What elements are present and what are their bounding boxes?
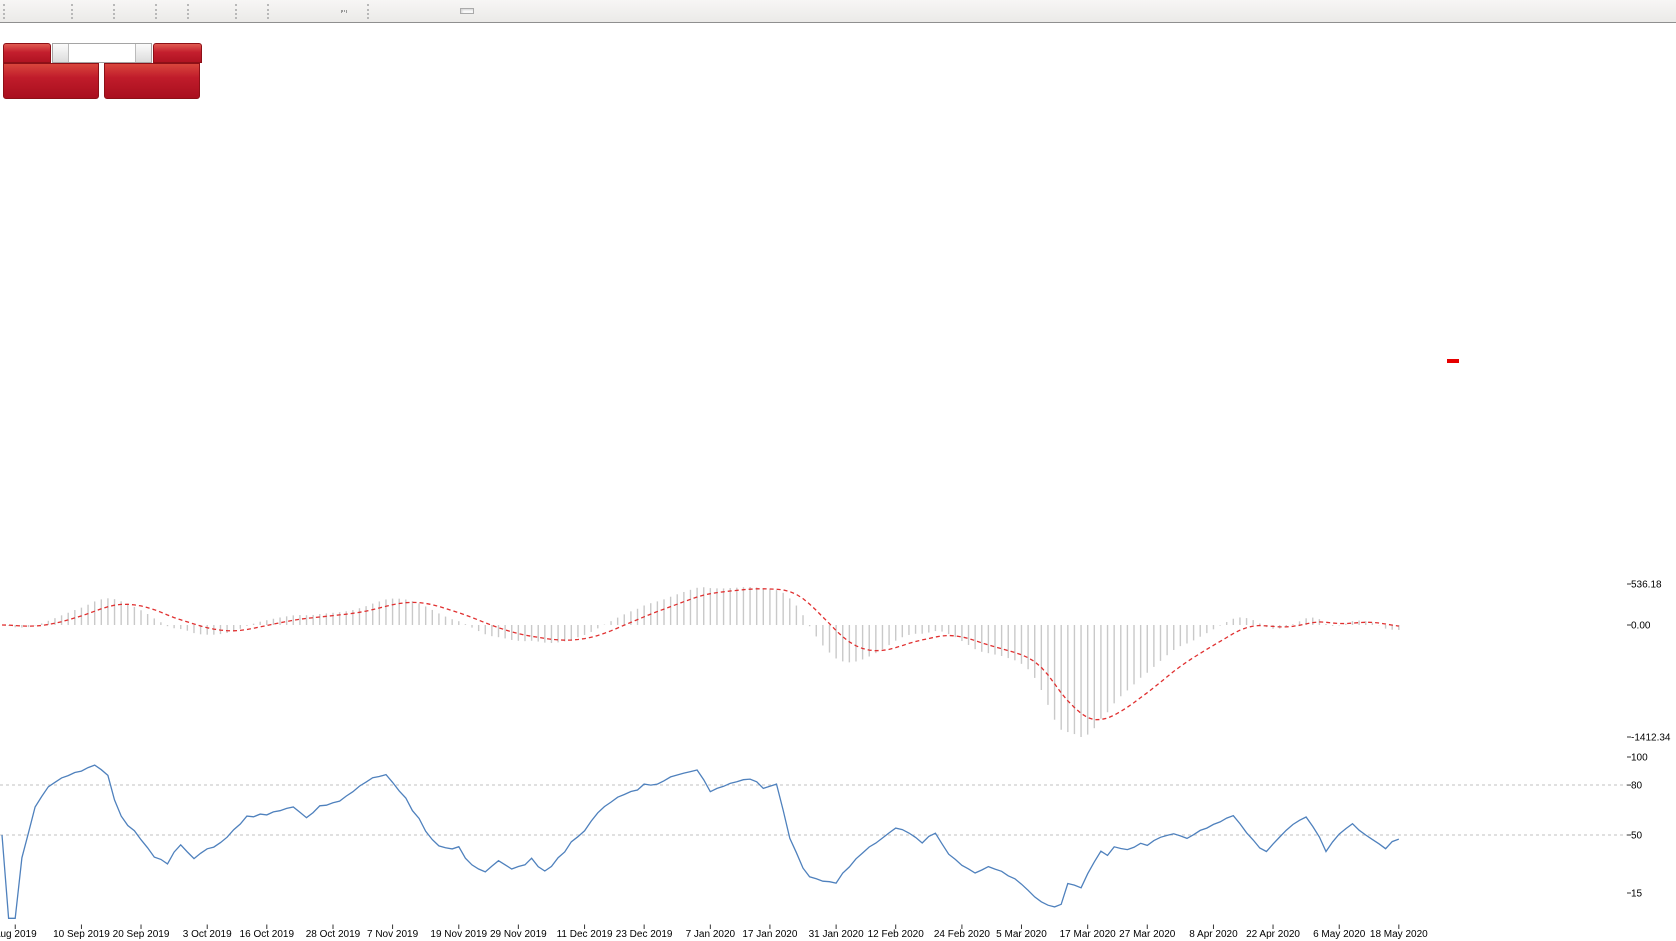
toolbar-grip [187,4,192,19]
toolbar [0,0,1676,23]
rsi-pane [0,765,1627,918]
svg-text:5 Mar 2020: 5 Mar 2020 [996,929,1047,940]
timeframe-h4[interactable] [446,8,460,14]
chart-canvas[interactable]: 536.18 0.00 -1412.34 100 80 50 15 Aug 2019 10 Se… [0,23,1676,941]
toolbar-grip [3,4,8,19]
zoom-out-button[interactable] [133,1,141,21]
signals-button[interactable] [46,1,54,21]
svg-text:7 Jan 2020: 7 Jan 2020 [686,929,736,940]
fibonacci-tool-button[interactable] [317,1,325,21]
date-axis[interactable]: Aug 2019 10 Sep 201920 Sep 2019 3 Oct 2019… [0,925,1428,941]
svg-text:24 Feb 2020: 24 Feb 2020 [934,929,991,940]
label-tool-button[interactable] [337,1,351,21]
sell-button[interactable] [3,43,51,63]
line-chart-button[interactable] [101,1,109,21]
crosshair-tool-button[interactable] [255,1,263,21]
toolbar-grip [71,4,76,19]
svg-text:50: 50 [1631,831,1643,842]
volume-decrease-button[interactable] [53,44,69,62]
macd-axis[interactable]: 536.18 0.00 -1412.34 [1627,580,1671,744]
svg-text:3 Oct 2019: 3 Oct 2019 [183,929,232,940]
rsi-axis[interactable]: 100 80 50 15 [1627,753,1648,900]
bar-chart-button[interactable] [81,1,89,21]
svg-text:0.00: 0.00 [1631,621,1651,632]
channel-tool-button[interactable] [307,1,315,21]
periods-button[interactable] [209,1,219,21]
svg-text:7 Nov 2019: 7 Nov 2019 [367,929,419,940]
buy-price-display[interactable] [104,63,200,99]
svg-text:28 Oct 2019: 28 Oct 2019 [306,929,361,940]
svg-text:17 Jan 2020: 17 Jan 2020 [742,929,797,940]
templates-button[interactable] [221,1,231,21]
macd-pane [2,587,1399,737]
svg-text:11 Dec 2019: 11 Dec 2019 [557,929,613,940]
timeframe-w1[interactable] [474,8,488,14]
svg-text:6 May 2020: 6 May 2020 [1313,929,1366,940]
toolbar-grip [155,4,160,19]
timeframe-m30[interactable] [418,8,432,14]
tile-windows-button[interactable] [143,1,151,21]
timeframe-m5[interactable] [390,8,404,14]
toolbar-grip [235,4,240,19]
text-label-icon [341,10,347,12]
timeframe-m1[interactable] [376,8,390,14]
toolbar-grip [367,4,372,19]
volume-increase-button[interactable] [135,44,151,62]
svg-text:23 Dec 2019: 23 Dec 2019 [616,929,673,940]
svg-text:22 Apr 2020: 22 Apr 2020 [1246,929,1300,940]
svg-text:27 Mar 2020: 27 Mar 2020 [1119,929,1176,940]
svg-text:-1412.34: -1412.34 [1631,733,1671,744]
level-price-annotation [1447,359,1459,363]
chart-window: 536.18 0.00 -1412.34 100 80 50 15 Aug 2019 10 Se… [0,23,1676,941]
cursor-tool-button[interactable] [245,1,253,21]
timeframe-d1[interactable] [460,8,474,14]
svg-text:Aug 2019: Aug 2019 [0,929,37,940]
chart-shift-button[interactable] [175,1,183,21]
trendline-tool-button[interactable] [297,1,305,21]
new-order-button[interactable] [13,1,24,21]
one-click-trading-panel [3,43,202,99]
buy-button[interactable] [153,43,202,63]
svg-text:15: 15 [1631,889,1643,900]
zoom-in-button[interactable] [123,1,131,21]
svg-text:8 Apr 2020: 8 Apr 2020 [1189,929,1238,940]
market-watch-button[interactable] [36,1,44,21]
candlestick-chart-button[interactable] [91,1,99,21]
svg-text:19 Nov 2019: 19 Nov 2019 [430,929,487,940]
toolbar-grip [113,4,118,19]
volume-input[interactable] [69,44,135,62]
svg-text:80: 80 [1631,781,1643,792]
svg-text:12 Feb 2020: 12 Feb 2020 [868,929,925,940]
svg-text:10 Sep 2019: 10 Sep 2019 [53,929,110,940]
svg-text:16 Oct 2019: 16 Oct 2019 [240,929,295,940]
svg-text:536.18: 536.18 [1631,580,1662,591]
toolbar-grip [267,4,272,19]
vertical-line-tool-button[interactable] [277,1,285,21]
svg-text:18 May 2020: 18 May 2020 [1370,929,1428,940]
text-tool-button[interactable] [327,1,335,21]
arrows-tool-button[interactable] [353,1,363,21]
autotrading-button[interactable] [56,1,67,21]
indicators-button[interactable] [197,1,207,21]
svg-text:31 Jan 2020: 31 Jan 2020 [809,929,864,940]
timeframe-mn[interactable] [488,8,502,14]
timeframe-h1[interactable] [432,8,446,14]
sell-price-display[interactable] [3,63,99,99]
quotes-button[interactable] [26,1,34,21]
timeframe-m15[interactable] [404,8,418,14]
svg-text:29 Nov 2019: 29 Nov 2019 [490,929,547,940]
svg-text:20 Sep 2019: 20 Sep 2019 [113,929,170,940]
mt4-terminal: 536.18 0.00 -1412.34 100 80 50 15 Aug 2019 10 Se… [0,0,1676,941]
volume-control [52,43,152,63]
svg-text:100: 100 [1631,753,1648,764]
horizontal-line-tool-button[interactable] [287,1,295,21]
svg-text:17 Mar 2020: 17 Mar 2020 [1060,929,1117,940]
auto-scroll-button[interactable] [165,1,173,21]
